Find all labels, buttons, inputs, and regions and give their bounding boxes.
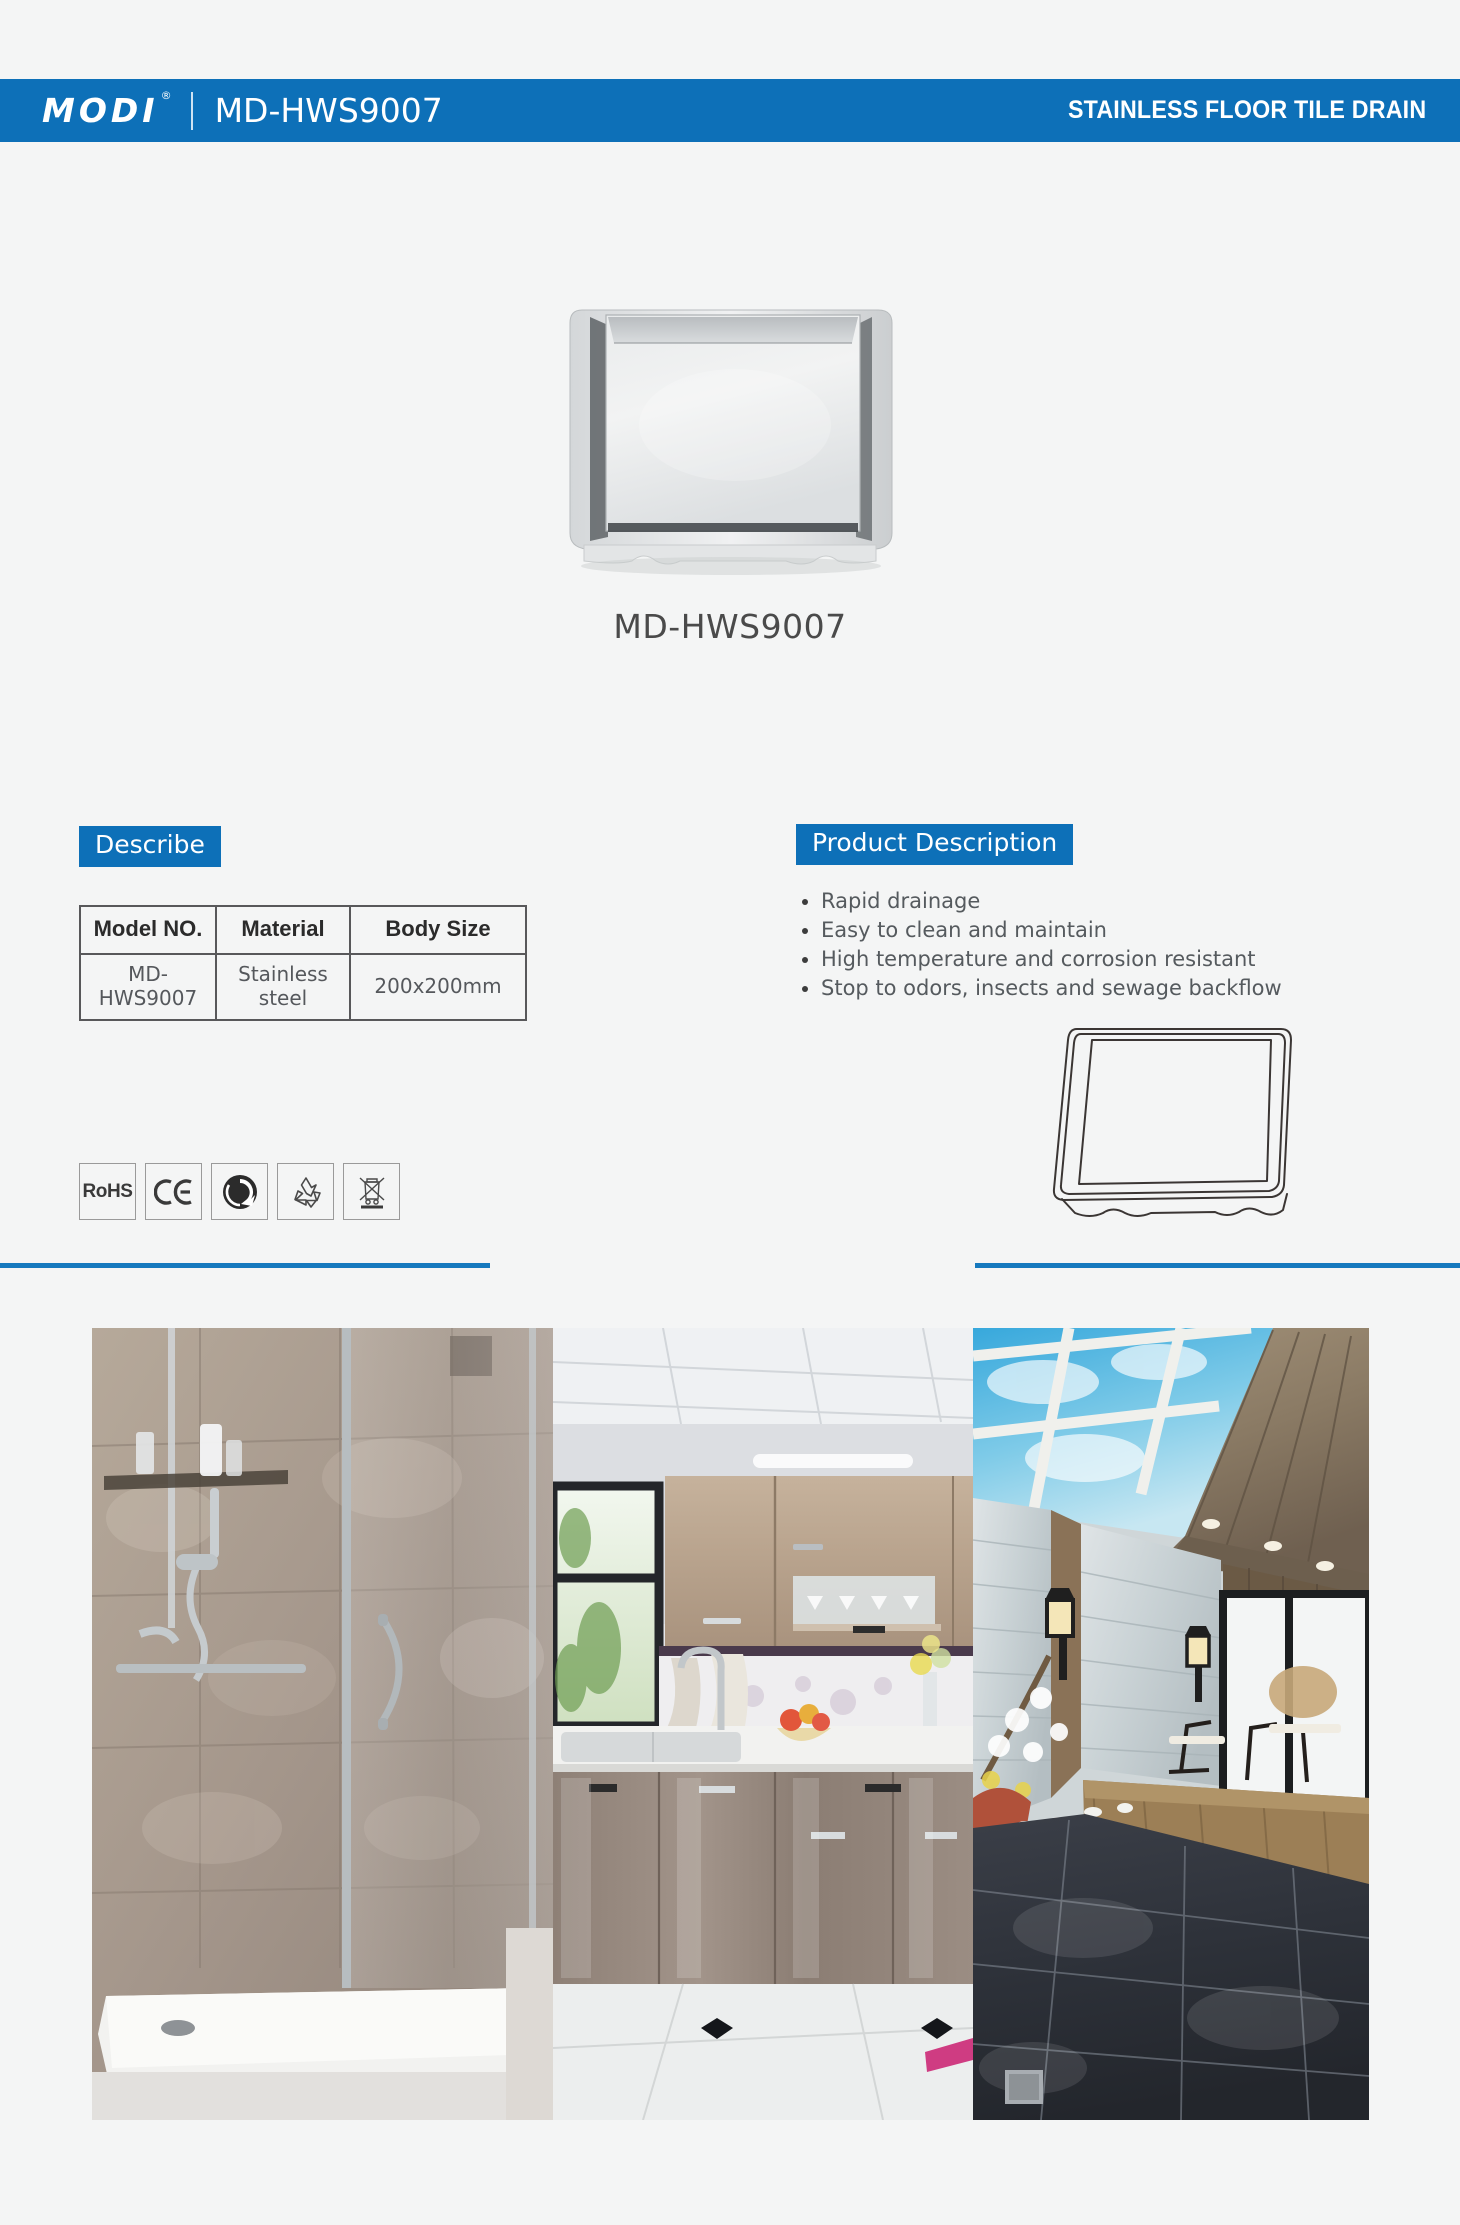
hero-product-image [520, 255, 940, 585]
table-header-body-size: Body Size [349, 904, 527, 955]
gallery-photo-shower [92, 1328, 553, 2120]
header-category-title: STAINLESS FLOOR TILE DRAIN [1067, 96, 1426, 124]
header-divider [190, 91, 193, 130]
table-header-model: Model NO. [79, 904, 217, 955]
green-dot-icon [211, 1163, 268, 1220]
sunroom-scene-svg [973, 1328, 1369, 2120]
table-row: MD-HWS9007 Stainless steel 200x200mm [79, 952, 527, 1021]
table-header-material: Material [215, 904, 351, 955]
header-model-number: MD-HWS9007 [214, 91, 443, 130]
list-item: Easy to clean and maintain [796, 916, 1396, 945]
application-gallery [92, 1328, 1369, 2120]
specification-table: Model NO. Material Body Size MD-HWS9007 … [79, 904, 527, 1021]
hero-caption: MD-HWS9007 [613, 607, 847, 646]
divider-rule-left [0, 1263, 490, 1268]
weee-icon [343, 1163, 400, 1220]
cell-material: Stainless steel [215, 952, 351, 1021]
ce-mark-glyph [153, 1178, 192, 1205]
product-photo-svg [569, 309, 893, 575]
crossed-out-wheelie-bin-glyph [359, 1176, 384, 1208]
list-item: Stop to odors, insects and sewage backfl… [796, 974, 1396, 1003]
brand-logo-text: MODI [42, 91, 159, 130]
divider-rule-right [975, 1263, 1460, 1268]
gallery-photo-sunroom [973, 1328, 1369, 2120]
line-drawing-svg [1052, 1028, 1292, 1217]
brand-block: MODI ® MD-HWS9007 [42, 90, 443, 130]
hero-section: MD-HWS9007 [0, 255, 1460, 646]
cell-model: MD-HWS9007 [79, 952, 217, 1021]
shower-scene-svg [92, 1328, 553, 2120]
describe-section: Describe Model NO. Material Body Size MD… [79, 826, 599, 1021]
table-header-row: Model NO. Material Body Size [79, 904, 527, 955]
rohs-icon-label: RoHS [82, 1180, 133, 1202]
product-line-drawing [1035, 1013, 1307, 1235]
brand-logo: MODI ® [42, 90, 172, 130]
feature-list: Rapid drainage Easy to clean and maintai… [796, 887, 1396, 1003]
mobius-recycle-glyph [293, 1176, 321, 1208]
rohs-icon: RoHS [79, 1163, 136, 1220]
gallery-photo-kitchen [553, 1328, 973, 2120]
certification-icons: RoHS [79, 1163, 400, 1220]
describe-badge: Describe [79, 826, 221, 867]
registered-trademark-icon: ® [160, 89, 172, 102]
recycling-icon [277, 1163, 334, 1220]
green-dot-glyph [222, 1174, 257, 1209]
list-item: High temperature and corrosion resistant [796, 945, 1396, 974]
page-header: MODI ® MD-HWS9007 STAINLESS FLOOR TILE D… [0, 79, 1460, 142]
list-item: Rapid drainage [796, 887, 1396, 916]
product-description-badge: Product Description [796, 824, 1074, 865]
ce-icon [145, 1163, 202, 1220]
kitchen-scene-svg [553, 1328, 973, 2120]
cell-body-size: 200x200mm [349, 952, 527, 1021]
product-description-section: Product Description Rapid drainage Easy … [796, 824, 1396, 1003]
